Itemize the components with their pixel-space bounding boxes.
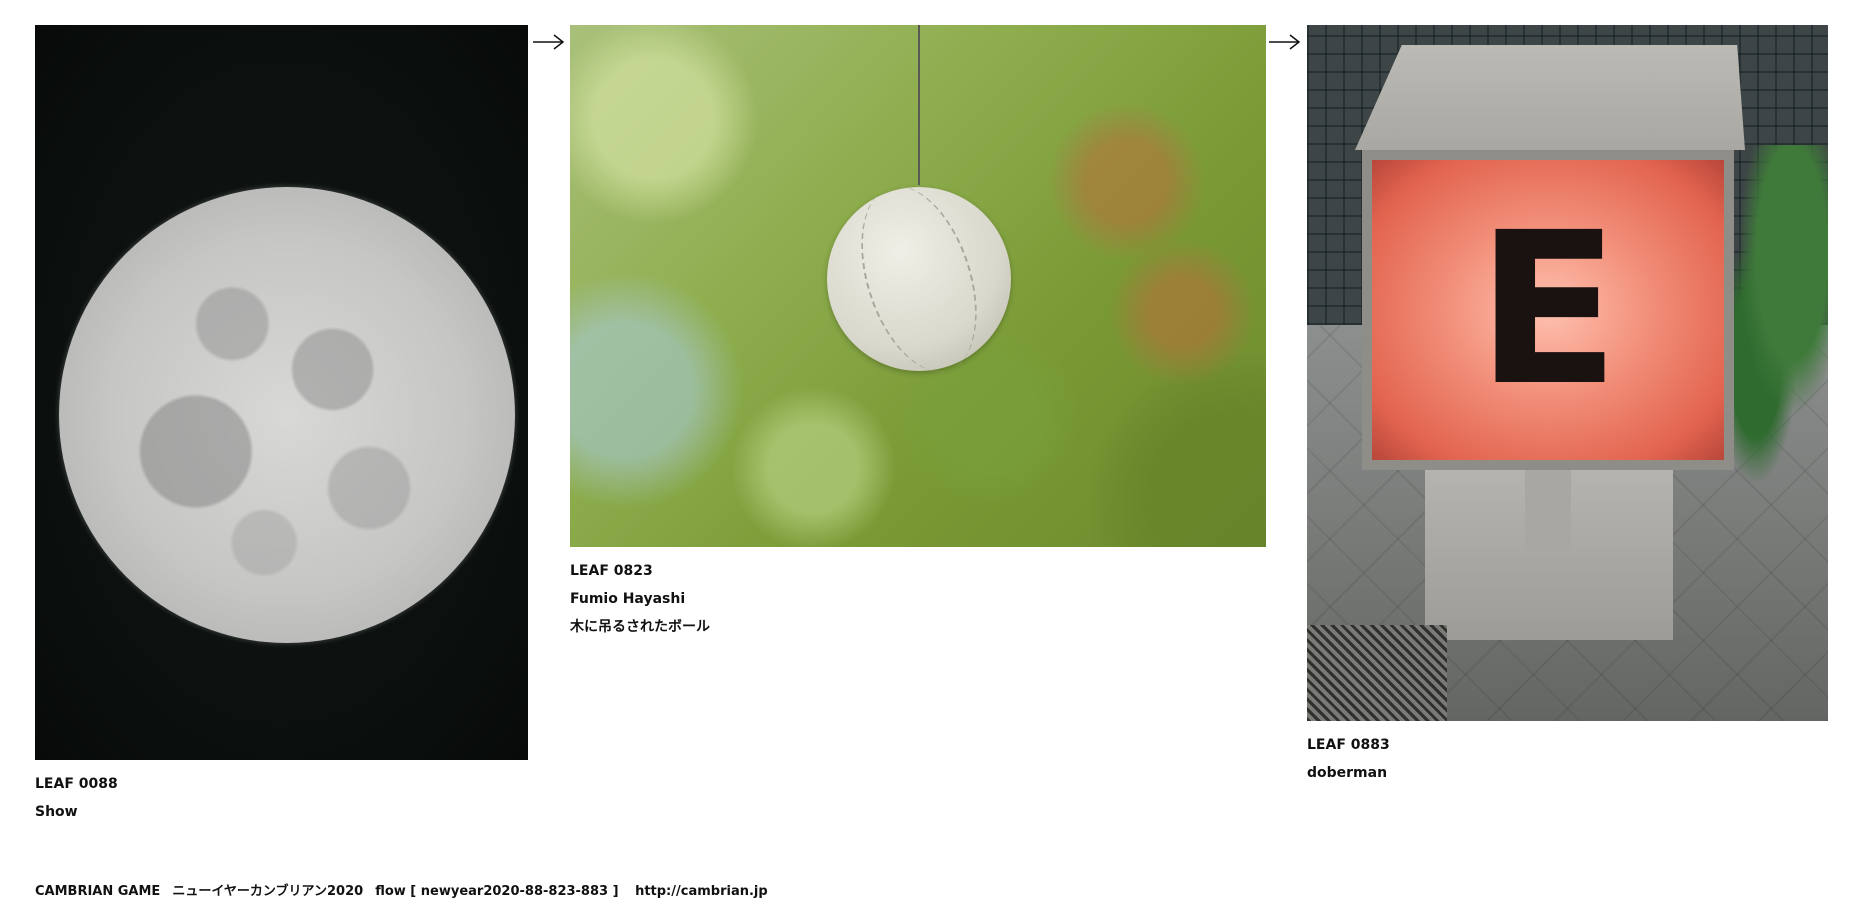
footer-subtitle: ニューイヤーカンブリアン2020 [172,884,364,899]
leaf-0883: E LEAF 0883 doberman [1307,25,1828,787]
sign-letter: E [1476,187,1620,432]
leaf-number: LEAF 0088 [35,776,118,792]
leaf-line: doberman [1307,765,1388,781]
sign-post [1525,470,1571,550]
leaf-0823: LEAF 0823 Fumio Hayashi 木に吊るされたボール [570,25,1266,641]
right-arrow-icon [532,32,566,52]
leaf-number: LEAF 0883 [1307,737,1390,753]
footer: CAMBRIAN GAME ニューイヤーカンブリアン2020 flow [ newy… [35,880,768,899]
lit-sign-box-photo[interactable]: E [1307,25,1828,721]
footer-flow: flow [ newyear2020-88-823-883 ] [375,884,619,899]
sign-glow: E [1372,160,1724,460]
footer-title: CAMBRIAN GAME [35,884,161,899]
ball-hanging-in-tree-photo[interactable] [570,25,1266,547]
full-moon-photo[interactable] [35,25,528,760]
sign-box-face: E [1362,150,1734,470]
hanging-string [918,25,920,185]
leaf-caption: LEAF 0088 Show [35,770,528,826]
right-arrow-icon [1268,32,1302,52]
leaf-line: Show [35,804,78,820]
leaf-number: LEAF 0823 [570,563,653,579]
leaf-line: Fumio Hayashi [570,591,686,607]
footer-url-link[interactable]: http://cambrian.jp [635,884,768,899]
drain-grate [1307,625,1447,721]
moon-disc [59,187,515,643]
leaf-line: 木に吊るされたボール [570,619,710,635]
leaf-caption: LEAF 0823 Fumio Hayashi 木に吊るされたボール [570,557,1266,641]
sign-box-top [1355,45,1745,150]
baseball [827,187,1011,371]
leaf-0088: LEAF 0088 Show [35,25,528,826]
leaf-caption: LEAF 0883 doberman [1307,731,1828,787]
